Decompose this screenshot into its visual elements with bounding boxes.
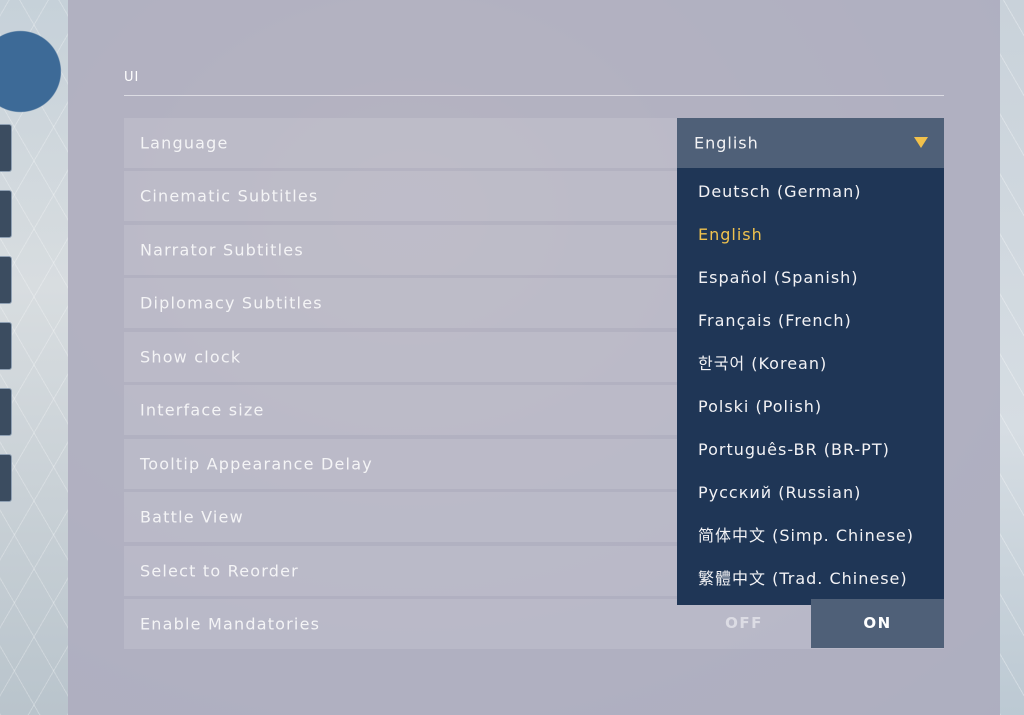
language-select-value: English [694,133,759,153]
language-option[interactable]: Español (Spanish) [698,263,859,293]
side-panel-button[interactable] [0,256,12,304]
language-option[interactable]: Português-BR (BR-PT) [698,435,890,465]
language-option[interactable]: Deutsch (German) [698,177,862,207]
side-panel-button[interactable] [0,190,12,238]
setting-label: Select to Reorder [140,561,299,581]
setting-label: Show clock [140,347,242,367]
setting-label: Cinematic Subtitles [140,186,319,206]
setting-label: Narrator Subtitles [140,240,304,260]
map-background-left [0,0,68,715]
language-option[interactable]: Русский (Russian) [698,478,861,508]
language-option[interactable]: 繁體中文 (Trad. Chinese) [698,564,908,594]
language-option[interactable]: Français (French) [698,306,852,336]
section-title: UI [124,70,140,85]
setting-label: Tooltip Appearance Delay [140,454,373,474]
language-dropdown-menu: Deutsch (German) English Español (Spanis… [677,168,944,605]
setting-label: Battle View [140,507,244,527]
language-select[interactable]: English [677,118,944,168]
section-divider [124,95,944,96]
side-panel-button[interactable] [0,124,12,172]
side-panel-button[interactable] [0,322,12,370]
language-option-selected[interactable]: English [698,220,763,250]
language-option[interactable]: Polski (Polish) [698,392,822,422]
language-option[interactable]: 한국어 (Korean) [698,349,827,379]
side-panel-button[interactable] [0,454,12,502]
language-option[interactable]: 简体中文 (Simp. Chinese) [698,521,914,551]
chevron-down-icon[interactable] [914,137,928,148]
side-panel-button[interactable] [0,388,12,436]
setting-label: Diplomacy Subtitles [140,293,323,313]
setting-label: Enable Mandatories [140,614,321,634]
mandatories-on-button[interactable]: ON [811,599,944,648]
map-background-right [1000,0,1024,715]
mandatories-off-button[interactable]: OFF [677,599,811,648]
setting-label: Language [140,133,229,153]
setting-label: Interface size [140,400,265,420]
